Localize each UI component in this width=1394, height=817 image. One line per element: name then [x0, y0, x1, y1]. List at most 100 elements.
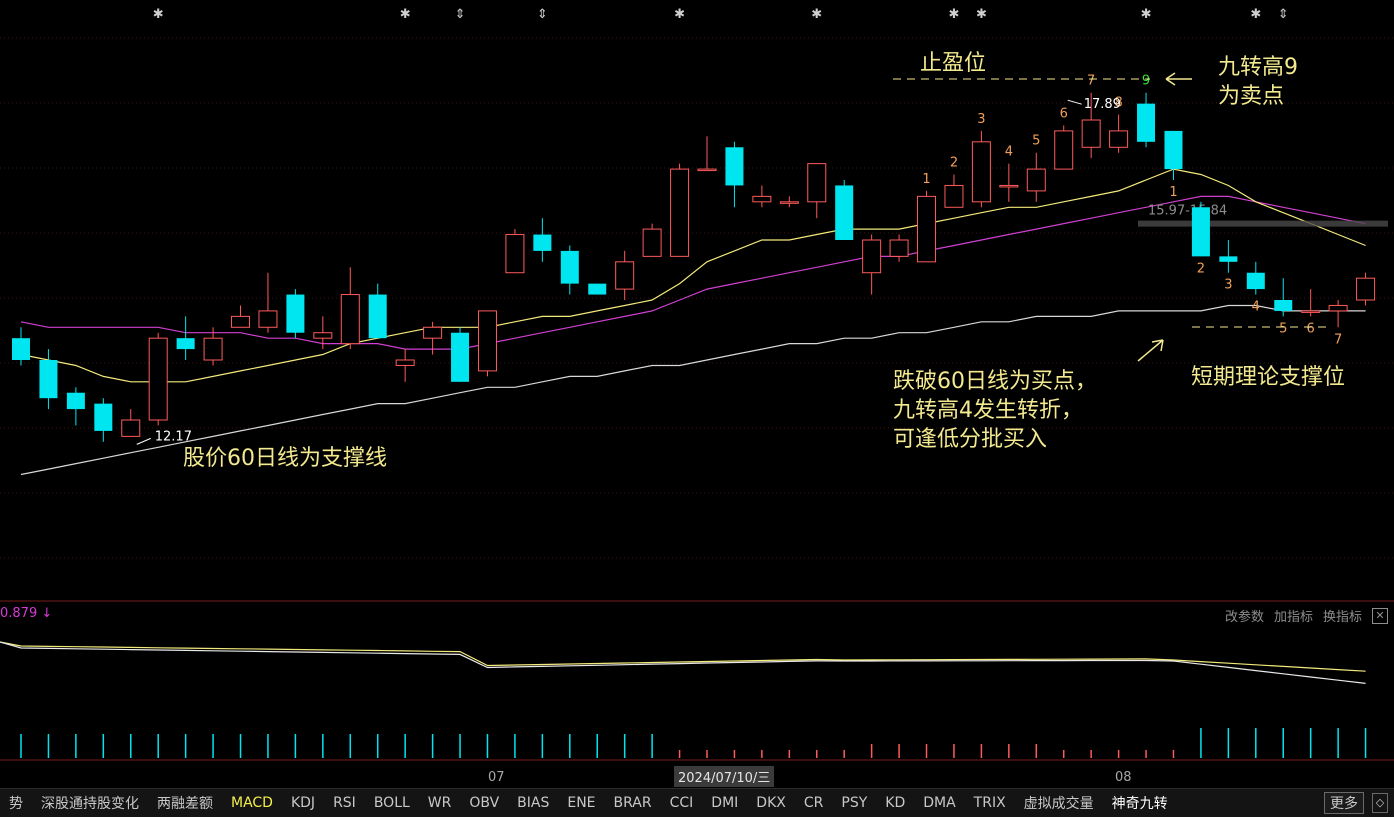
- close-icon[interactable]: ✕: [1372, 607, 1388, 624]
- candle-body-up: [1026, 168, 1046, 192]
- candle-body-down: [66, 392, 85, 410]
- tab-virtual-volume[interactable]: 虚拟成交量: [1015, 793, 1103, 813]
- candle: [148, 332, 168, 426]
- candle-body-up: [1356, 277, 1376, 301]
- candle: [971, 130, 991, 208]
- candle: [807, 163, 827, 219]
- candle: [94, 398, 113, 442]
- scroll-icon[interactable]: ◇: [1372, 793, 1388, 813]
- candle-body-up: [697, 168, 717, 172]
- tab-magic-nine[interactable]: 神奇九转: [1103, 793, 1177, 813]
- candle: [999, 163, 1019, 202]
- nine-turn-count: 1: [922, 172, 930, 187]
- tab-macd[interactable]: MACD: [222, 795, 282, 811]
- candle-body-up: [1054, 130, 1074, 170]
- ma60-support-label: 股价60日线为支撑线: [183, 446, 387, 471]
- tab-kd[interactable]: KD: [876, 795, 914, 811]
- tab-cr[interactable]: CR: [795, 795, 833, 811]
- sell-arrow-icon: [1165, 72, 1192, 86]
- candle-body-down: [1219, 256, 1238, 262]
- candle: [286, 289, 305, 339]
- more-button[interactable]: 更多: [1324, 792, 1364, 814]
- buy-note-line-3: 可逢低分批买入: [893, 427, 1048, 452]
- tab-wr[interactable]: WR: [419, 795, 461, 811]
- tab-rsi[interactable]: RSI: [324, 795, 365, 811]
- tab-boll[interactable]: BOLL: [365, 795, 419, 811]
- top-signal-marker: ✱: [1250, 7, 1261, 22]
- candle: [121, 409, 141, 437]
- tab-dmi[interactable]: DMI: [702, 795, 747, 811]
- buy-note-line-1: 跌破60日线为买点，: [893, 369, 1097, 394]
- candle-body-up: [1081, 119, 1101, 148]
- candle-body-up: [999, 184, 1019, 188]
- tab-dkx[interactable]: DKX: [747, 795, 795, 811]
- candlestick-chart[interactable]: 15.97-15.8412345678912345 67✱ ✱ ⇕ ⇕ ✱ ✱ ✱ ✱ ✱ ✱ ⇕12…: [0, 0, 1394, 764]
- top-signal-marker: ✱: [1141, 7, 1152, 22]
- tab-ene[interactable]: ENE: [558, 795, 604, 811]
- tab-brar[interactable]: BRAR: [605, 795, 661, 811]
- top-signal-marker: ✱: [674, 7, 685, 22]
- candle-body-up: [971, 141, 991, 203]
- candle: [1356, 272, 1376, 306]
- tab-trix[interactable]: TRIX: [965, 795, 1015, 811]
- candle-body-down: [94, 403, 113, 431]
- candle: [451, 327, 470, 382]
- candle-body-up: [944, 184, 964, 208]
- high-pointer: [1067, 99, 1082, 105]
- tab-trend[interactable]: 势: [0, 793, 32, 813]
- tab-margin-balance[interactable]: 两融差额: [148, 793, 222, 813]
- candle: [533, 218, 552, 262]
- candle-body-down: [560, 250, 579, 284]
- tab-kdj[interactable]: KDJ: [282, 795, 324, 811]
- candle-body-up: [477, 310, 497, 372]
- tab-psy[interactable]: PSY: [832, 795, 876, 811]
- nine-turn-count: 6: [1060, 106, 1068, 121]
- top-signal-marker: ⇕: [1278, 7, 1289, 22]
- x-tick-07: 07: [488, 770, 505, 785]
- tab-northbound-holdings[interactable]: 深股通持股变化: [32, 793, 148, 813]
- top-signal-marker: ✱: [949, 7, 960, 22]
- tab-bias[interactable]: BIAS: [508, 795, 558, 811]
- top-signal-marker: ✱: [811, 7, 822, 22]
- tab-dma[interactable]: DMA: [914, 795, 964, 811]
- candle: [752, 185, 772, 208]
- candle: [477, 310, 497, 377]
- candle: [944, 174, 964, 208]
- candle: [1109, 114, 1129, 153]
- candle: [889, 234, 909, 262]
- candle-body-up: [1328, 304, 1348, 312]
- indicator-line-yellow: [0, 641, 1366, 672]
- swap-indicator-button[interactable]: 换指标: [1323, 606, 1362, 625]
- candle-body-up: [148, 337, 168, 421]
- candle-body-down: [176, 338, 195, 350]
- sell-point-note: 九转高9 为卖点: [1218, 53, 1298, 111]
- price-range-band: [1138, 220, 1388, 227]
- add-indicator-button[interactable]: 加指标: [1274, 606, 1313, 625]
- change-params-button[interactable]: 改参数: [1225, 606, 1264, 625]
- candle: [1164, 130, 1183, 180]
- nine-turn-count: 2: [950, 156, 958, 171]
- candle-body-up: [231, 315, 251, 328]
- candle-body-up: [1301, 310, 1321, 313]
- nine-turn-count: 3: [1224, 278, 1232, 293]
- candle-body-up: [505, 234, 525, 274]
- candle-body-down: [39, 360, 58, 399]
- candle-body-down: [1164, 130, 1183, 170]
- tab-cci[interactable]: CCI: [661, 795, 703, 811]
- candle: [176, 316, 195, 360]
- nine-turn-count: 9: [1142, 74, 1150, 89]
- candle: [1191, 201, 1210, 257]
- candle: [1301, 289, 1321, 317]
- candle-body-up: [642, 228, 662, 257]
- candle: [779, 196, 799, 208]
- nine-turn-count: 7: [1087, 74, 1095, 89]
- top-signal-marker: ✱: [153, 7, 164, 22]
- candle-body-down: [835, 185, 854, 240]
- candle-body-down: [1191, 207, 1210, 257]
- tab-obv[interactable]: OBV: [460, 795, 508, 811]
- candle: [725, 141, 744, 208]
- indicator-value: 0.879 ↓: [0, 606, 53, 621]
- candle-body-up: [917, 195, 937, 263]
- candle-body-down: [286, 294, 305, 333]
- nine-turn-count: 4: [1005, 145, 1013, 160]
